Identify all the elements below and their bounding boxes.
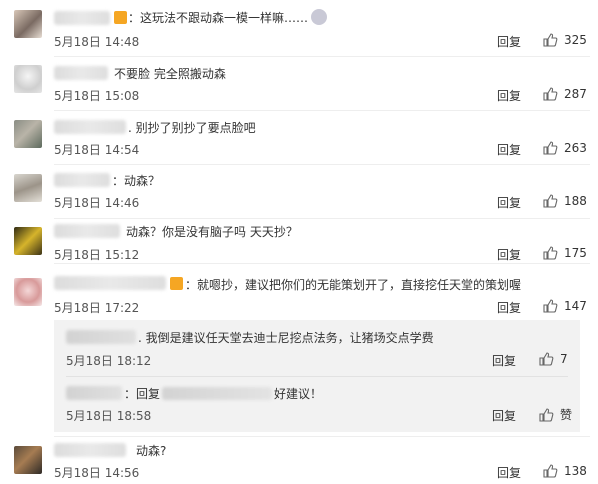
reply-button[interactable]: 回复 bbox=[497, 299, 521, 316]
sub-reply-text: . 我倒是建议任天堂去迪士尼挖点法务，让猪场交点学费 bbox=[138, 331, 434, 345]
blurred-username bbox=[54, 11, 110, 25]
thumbs-up-icon bbox=[543, 246, 558, 260]
like-button[interactable]: 325 bbox=[542, 32, 587, 48]
comment-time: 5月18日 14:48 bbox=[54, 35, 140, 49]
thumbs-up-icon bbox=[539, 407, 554, 422]
thumbs-up-icon bbox=[543, 299, 558, 313]
thumbs-up-icon bbox=[543, 33, 558, 47]
reply-button[interactable]: 回复 bbox=[497, 87, 521, 104]
blurred-mention bbox=[162, 387, 273, 400]
like-count: 287 bbox=[564, 87, 587, 101]
comment-item: ：这玩法不跟动森一模一样嘛…… 5月18日 14:48 回复 325 bbox=[0, 0, 598, 55]
comment-text: 动森? bbox=[136, 444, 167, 458]
comment-text: ：这玩法不跟动森一模一样嘛…… bbox=[128, 9, 328, 26]
like-count: 325 bbox=[564, 33, 587, 47]
reply-button[interactable]: 回复 bbox=[497, 464, 521, 481]
comment-time: 5月18日 15:12 bbox=[54, 248, 140, 262]
reply-button[interactable]: 回复 bbox=[497, 246, 521, 263]
vip-badge-icon bbox=[114, 11, 127, 24]
like-count: 263 bbox=[564, 141, 587, 155]
like-button[interactable]: 263 bbox=[542, 140, 587, 156]
avatar[interactable] bbox=[14, 174, 42, 202]
reply-button[interactable]: 回复 bbox=[497, 33, 521, 50]
sub-reply-item: ：回复 好建议！ 5月18日 18:58 回复 赞 bbox=[54, 377, 580, 432]
comment-time: 5月18日 17:22 bbox=[54, 301, 140, 315]
avatar[interactable] bbox=[14, 278, 42, 306]
blurred-username bbox=[54, 443, 126, 457]
comment-text: 动森？你是没有脑子吗 天天抄？ bbox=[126, 225, 298, 239]
avatar[interactable] bbox=[14, 446, 42, 474]
reply-button[interactable]: 回复 bbox=[497, 194, 521, 211]
like-count: 138 bbox=[564, 464, 587, 478]
like-button[interactable]: 287 bbox=[542, 86, 587, 102]
comment-item: 动森？你是没有脑子吗 天天抄？ 5月18日 15:12 回复 175 bbox=[0, 219, 598, 263]
avatar[interactable] bbox=[14, 227, 42, 255]
thumbs-up-icon bbox=[543, 194, 558, 208]
like-button[interactable]: 188 bbox=[542, 193, 587, 209]
sub-reply-time: 5月18日 18:58 bbox=[66, 409, 152, 423]
comment-item: 动森? 5月18日 14:56 回复 138 bbox=[0, 437, 598, 484]
sub-reply-item: . 我倒是建议任天堂去迪士尼挖点法务，让猪场交点学费 5月18日 18:12 回… bbox=[54, 320, 580, 376]
thumbs-up-icon bbox=[543, 87, 558, 101]
blurred-username bbox=[66, 330, 136, 344]
like-button[interactable]: 7 bbox=[538, 351, 568, 367]
sub-reply-box: . 我倒是建议任天堂去迪士尼挖点法务，让猪场交点学费 5月18日 18:12 回… bbox=[54, 320, 580, 432]
reply-button[interactable]: 回复 bbox=[492, 407, 516, 424]
blurred-username bbox=[54, 276, 166, 290]
like-count: 175 bbox=[564, 246, 587, 260]
avatar[interactable] bbox=[14, 10, 42, 38]
blurred-username bbox=[54, 173, 110, 187]
like-button[interactable]: 赞 bbox=[538, 406, 572, 423]
like-button[interactable]: 147 bbox=[542, 298, 587, 314]
vip-badge-icon bbox=[170, 277, 183, 290]
like-count: 7 bbox=[560, 352, 568, 366]
comment-text: ：就嗯抄，建议把你们的无能策划开了，直接挖任天堂的策划喔 bbox=[185, 278, 522, 292]
thumbs-up-icon bbox=[543, 464, 558, 478]
thumbs-up-icon bbox=[539, 352, 554, 366]
thumbs-up-icon bbox=[543, 141, 558, 155]
sub-reply-time: 5月18日 18:12 bbox=[66, 354, 152, 368]
reply-button[interactable]: 回复 bbox=[497, 141, 521, 158]
like-count: 188 bbox=[564, 194, 587, 208]
avatar[interactable] bbox=[14, 120, 42, 148]
comment-time: 5月18日 15:08 bbox=[54, 89, 140, 103]
reply-button[interactable]: 回复 bbox=[492, 352, 516, 369]
blurred-username bbox=[54, 224, 120, 238]
comment-item: ：动森？ 5月18日 14:46 回复 188 bbox=[0, 165, 598, 217]
comment-text: . 别抄了别抄了要点脸吧 bbox=[128, 121, 256, 135]
avatar[interactable] bbox=[14, 65, 42, 93]
comment-time: 5月18日 14:54 bbox=[54, 143, 140, 157]
sub-reply-text: ：回复 好建议！ bbox=[124, 387, 323, 401]
comment-time: 5月18日 14:56 bbox=[54, 466, 140, 480]
like-count: 147 bbox=[564, 299, 587, 313]
comment-text: 不要脸 完全照搬动森 bbox=[114, 67, 226, 81]
blurred-username bbox=[54, 66, 108, 80]
blurred-username bbox=[54, 120, 126, 134]
blurred-username bbox=[66, 386, 122, 400]
comment-time: 5月18日 14:46 bbox=[54, 196, 140, 210]
like-button[interactable]: 175 bbox=[542, 245, 587, 261]
like-button[interactable]: 138 bbox=[542, 463, 587, 479]
comment-item: 不要脸 完全照搬动森 5月18日 15:08 回复 287 bbox=[0, 57, 598, 110]
emoji-icon bbox=[311, 9, 328, 25]
comment-item: . 别抄了别抄了要点脸吧 5月18日 14:54 回复 263 bbox=[0, 111, 598, 164]
like-count: 赞 bbox=[560, 408, 573, 422]
comment-text: ：动森？ bbox=[112, 174, 161, 188]
comment-item: ：就嗯抄，建议把你们的无能策划开了，直接挖任天堂的策划喔 5月18日 17:22… bbox=[0, 264, 598, 315]
